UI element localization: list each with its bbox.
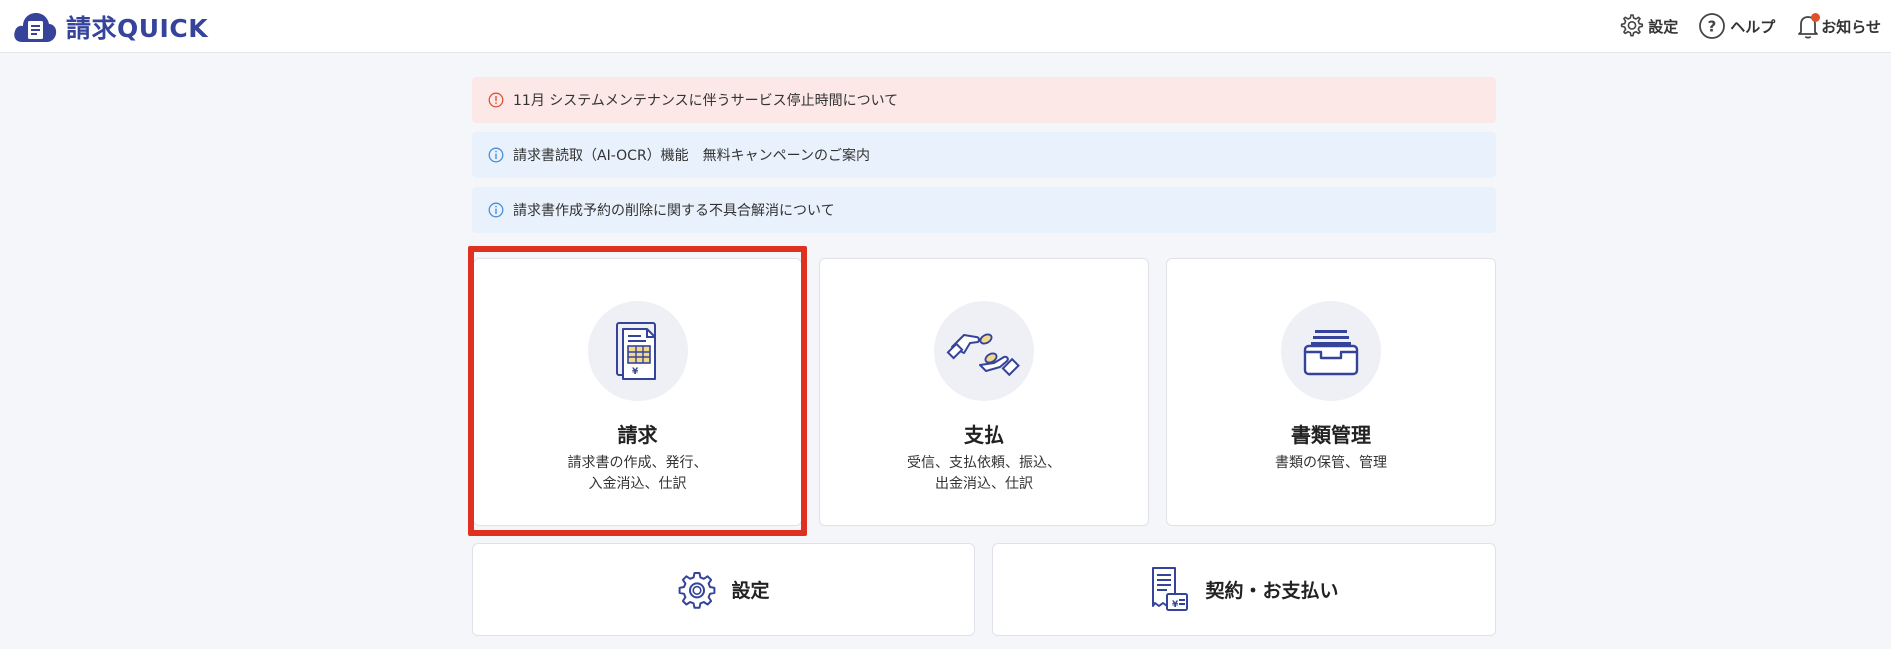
card-icon-circle: ¥ (587, 301, 688, 401)
app-logo[interactable]: 請求QUICK (12, 8, 208, 46)
card-description-line: 出金消込、仕訳 (935, 476, 1033, 492)
settings-button[interactable]: 設定 (472, 543, 975, 636)
card-icon-circle (934, 301, 1034, 401)
settings-button-label: 設定 (731, 580, 770, 602)
notice-text: 請求書読取（AI-OCR）機能 無料キャンペーンのご案内 (513, 148, 870, 164)
contract-payment-button[interactable]: ¥ 契約・お支払い (992, 543, 1496, 636)
card-icon-circle (1281, 301, 1381, 401)
header-notifications-button[interactable]: お知らせ (1795, 12, 1881, 40)
svg-text:¥: ¥ (1172, 600, 1179, 610)
app-header: 請求QUICK 設定 ? ヘルプ お知らせ (0, 0, 1891, 53)
card-document-management[interactable]: 書類管理 書類の保管、管理 (1166, 258, 1496, 526)
receipt-icon: ¥ (1152, 566, 1189, 611)
cloud-document-logo-icon (14, 13, 57, 42)
card-payments[interactable]: 支払 受信、支払依頼、振込、 出金消込、仕訳 (819, 258, 1149, 526)
header-help-button[interactable]: ? ヘルプ (1698, 12, 1775, 40)
bell-icon (1795, 12, 1821, 40)
header-help-label: ヘルプ (1730, 17, 1776, 36)
app-name: 請求QUICK (66, 14, 209, 43)
svg-text:?: ? (1708, 18, 1717, 36)
info-circle-icon (488, 147, 504, 163)
card-invoicing[interactable]: ¥ 請求 請求書の作成、発行、 入金消込、仕訳 (473, 258, 802, 526)
header-actions: 設定 ? ヘルプ お知らせ (1598, 10, 1881, 42)
header-settings-label: 設定 (1648, 17, 1679, 36)
card-description: 受信、支払依頼、振込、 出金消込、仕訳 (820, 453, 1148, 495)
contract-payment-button-label: 契約・お支払い (1205, 580, 1339, 602)
card-description: 書類の保管、管理 (1167, 453, 1495, 474)
card-description-line: 受信、支払依頼、振込、 (907, 455, 1061, 471)
card-description-line: 入金消込、仕訳 (588, 476, 687, 492)
notice-text: 請求書作成予約の削除に関する不具合解消について (513, 203, 835, 219)
card-title: 請求 (617, 423, 658, 447)
card-title: 支払 (964, 423, 1004, 447)
alert-circle-icon (488, 92, 504, 108)
card-title: 書類管理 (1291, 423, 1371, 447)
card-description: 請求書の作成、発行、 入金消込、仕訳 (474, 453, 801, 495)
document-tray-icon (1303, 330, 1359, 376)
invoice-icon: ¥ (615, 322, 656, 380)
header-notifications-label: お知らせ (1821, 17, 1881, 36)
card-description-line: 請求書の作成、発行、 (567, 455, 708, 471)
gear-icon (1621, 14, 1644, 37)
help-circle-icon: ? (1699, 13, 1726, 39)
payment-hands-icon (946, 333, 1020, 377)
notice-bug-fix[interactable]: 請求書作成予約の削除に関する不具合解消について (472, 187, 1496, 233)
card-description-line: 書類の保管、管理 (1275, 455, 1387, 471)
notice-text: 11月 システムメンテナンスに伴うサービス停止時間について (513, 93, 899, 109)
svg-text:¥: ¥ (632, 367, 639, 377)
notice-maintenance[interactable]: 11月 システムメンテナンスに伴うサービス停止時間について (472, 77, 1496, 123)
header-settings-button[interactable]: 設定 (1618, 13, 1678, 39)
info-circle-icon (488, 202, 504, 218)
notice-ai-ocr-campaign[interactable]: 請求書読取（AI-OCR）機能 無料キャンペーンのご案内 (472, 132, 1496, 178)
gear-icon (679, 571, 716, 609)
